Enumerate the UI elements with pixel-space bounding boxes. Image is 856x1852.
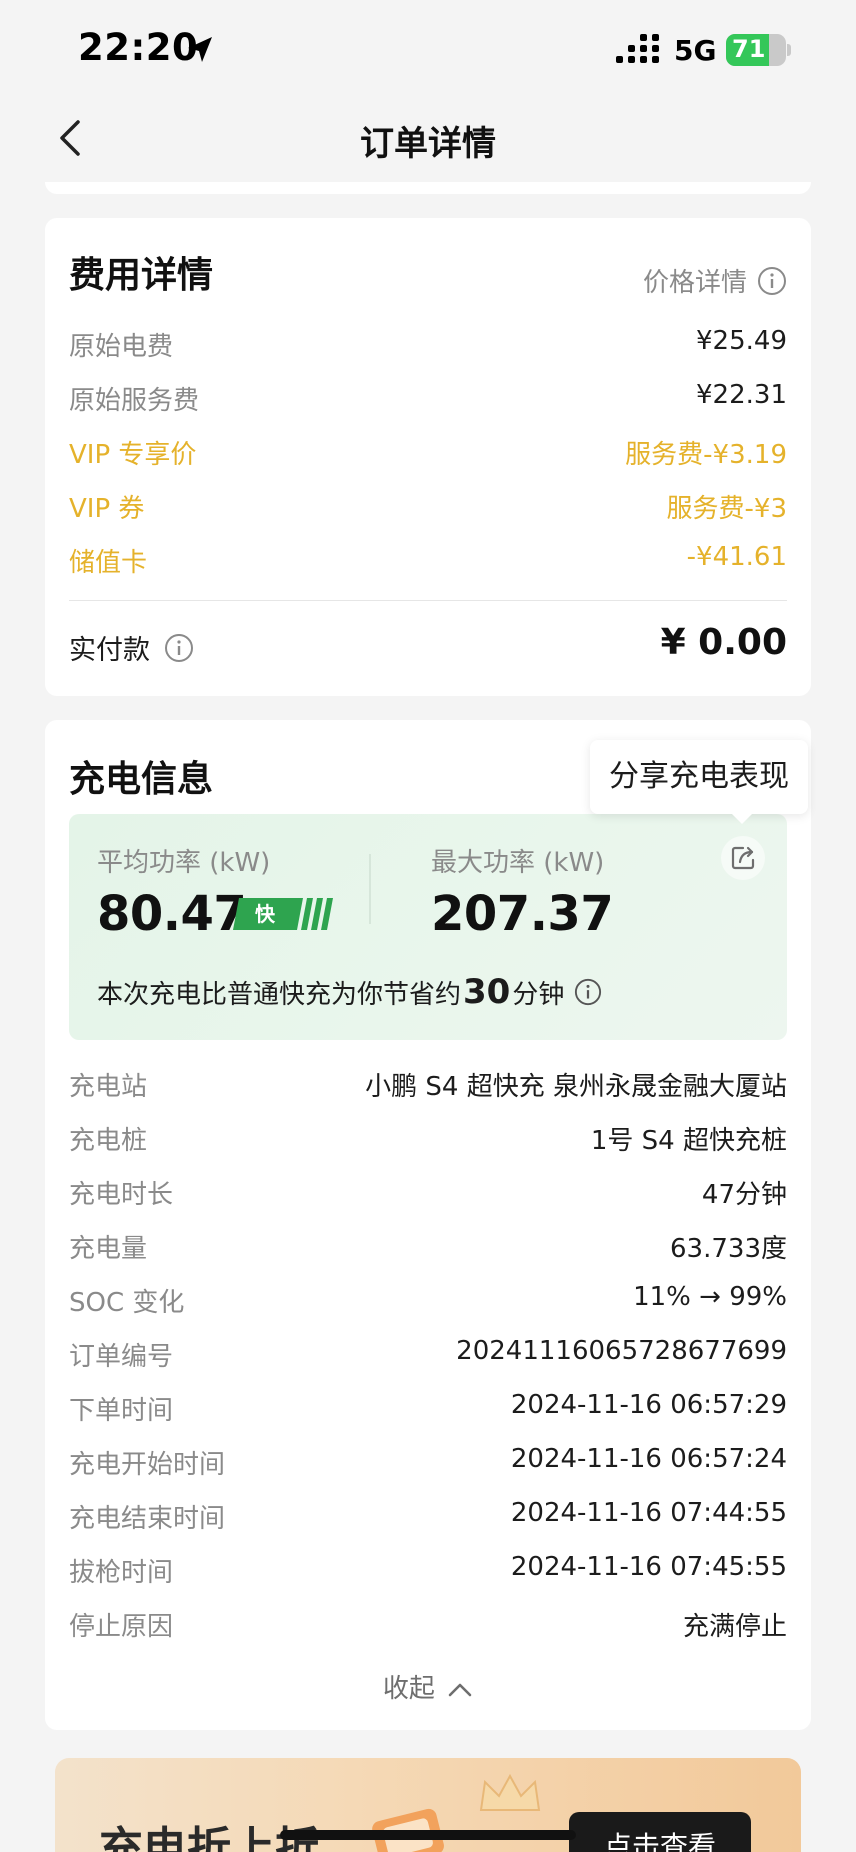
info-label: 充电开始时间: [69, 1450, 226, 1480]
info-row-energy: 充电量 63.733度: [69, 1228, 787, 1268]
info-value: 47分钟: [701, 1180, 787, 1210]
share-icon: [731, 846, 755, 870]
previous-card-edge: [45, 182, 811, 194]
fee-value: -¥41.61: [686, 542, 787, 572]
crown-icon: [479, 1773, 541, 1811]
info-label: 停止原因: [69, 1612, 174, 1642]
charge-card-title: 充电信息: [69, 759, 214, 800]
info-row-order-number: 订单编号 20241116065728677699: [69, 1336, 787, 1376]
battery-level: 71: [732, 35, 766, 63]
battery-icon: 71: [726, 34, 791, 66]
price-detail-link[interactable]: 价格详情: [643, 262, 787, 299]
info-row-stop-reason: 停止原因 充满停止: [69, 1606, 787, 1646]
info-row-soc: SOC 变化 11% → 99%: [69, 1282, 787, 1322]
info-label: 充电站: [69, 1072, 148, 1102]
max-power-value: 207.37: [431, 886, 614, 942]
tooltip-arrow: [730, 812, 754, 824]
info-value: 20241116065728677699: [456, 1336, 787, 1366]
collapse-button[interactable]: 收起: [45, 1668, 811, 1705]
info-label: 充电结束时间: [69, 1504, 226, 1534]
price-detail-label: 价格详情: [642, 268, 747, 298]
fee-row-service: 原始服务费 ¥22.31: [69, 380, 787, 420]
fee-label: VIP 券: [69, 494, 145, 524]
info-label: 充电桩: [69, 1126, 148, 1156]
paid-info-icon[interactable]: [164, 633, 194, 663]
fee-row-vip-coupon: VIP 券 服务费-¥3: [69, 488, 787, 528]
page-title: 订单详情: [360, 124, 496, 164]
cellular-signal-icon: [616, 34, 659, 63]
info-value: 1号 S4 超快充桩: [590, 1126, 787, 1156]
max-power-label: 最大功率 (kW): [431, 848, 605, 878]
info-value: 2024-11-16 07:44:55: [510, 1498, 787, 1528]
info-row-start-time: 充电开始时间 2024-11-16 06:57:24: [69, 1444, 787, 1484]
info-value: 11% → 99%: [633, 1282, 787, 1312]
fee-label: 储值卡: [69, 548, 148, 578]
saving-prefix: 本次充电比普通快充为你节省约: [97, 980, 462, 1010]
info-row-pile: 充电桩 1号 S4 超快充桩: [69, 1120, 787, 1160]
info-row-unplug-time: 拔枪时间 2024-11-16 07:45:55: [69, 1552, 787, 1592]
info-value: 2024-11-16 06:57:29: [510, 1390, 787, 1420]
fee-card-title: 费用详情: [69, 255, 214, 296]
coupon-icon: [372, 1808, 444, 1852]
saving-info-icon[interactable]: [574, 978, 602, 1006]
fee-label: 原始电费: [69, 332, 174, 362]
info-row-order-time: 下单时间 2024-11-16 06:57:29: [69, 1390, 787, 1430]
fee-label: VIP 专享价: [69, 440, 197, 470]
info-value: 63.733度: [670, 1234, 787, 1264]
time-saving-text: 本次充电比普通快充为你节省约 30 分钟: [97, 972, 602, 1012]
saving-suffix: 分钟: [512, 980, 565, 1010]
view-promo-button[interactable]: 点击查看: [569, 1812, 751, 1852]
info-label: 订单编号: [69, 1342, 174, 1372]
saving-minutes: 30: [463, 972, 511, 1012]
collapse-label: 收起: [382, 1674, 435, 1704]
info-label: 充电量: [69, 1234, 148, 1264]
fee-value: ¥22.31: [696, 380, 787, 410]
info-value: 充满停止: [682, 1612, 787, 1642]
info-row-station: 充电站 小鹏 S4 超快充 泉州永晟金融大厦站: [69, 1066, 787, 1106]
status-time: 22:20: [78, 26, 199, 69]
share-tooltip[interactable]: 分享充电表现: [590, 740, 808, 814]
power-summary-panel: 平均功率 (kW) 80.47 快 最大功率 (kW) 207.37 本次充电比…: [69, 814, 787, 1040]
info-icon: [758, 266, 786, 295]
share-button[interactable]: [721, 836, 765, 880]
info-row-end-time: 充电结束时间 2024-11-16 07:44:55: [69, 1498, 787, 1538]
info-label: 拔枪时间: [69, 1558, 174, 1588]
info-label: SOC 变化: [69, 1288, 185, 1318]
fee-value: 服务费-¥3.19: [625, 440, 787, 470]
divider: [69, 600, 787, 601]
info-value: 2024-11-16 06:57:24: [510, 1444, 787, 1474]
fee-value: 服务费-¥3: [666, 494, 787, 524]
power-separator: [369, 854, 371, 924]
network-type: 5G: [674, 34, 717, 67]
paid-amount-label-group: 实付款: [69, 628, 194, 667]
avg-power-label: 平均功率 (kW): [97, 848, 271, 878]
paid-amount-label: 实付款: [69, 635, 150, 666]
home-indicator: [280, 1830, 576, 1840]
fast-charge-badge: 快: [233, 898, 333, 930]
fee-row-vip-price: VIP 专享价 服务费-¥3.19: [69, 434, 787, 474]
paid-amount-value: ¥ 0.00: [660, 622, 787, 663]
chevron-up-icon: [448, 1683, 472, 1696]
fee-detail-card: 费用详情 价格详情 原始电费 ¥25.49 原始服务费 ¥22.31 VIP 专…: [45, 218, 811, 696]
fee-row-electricity: 原始电费 ¥25.49: [69, 326, 787, 366]
fee-value: ¥25.49: [696, 326, 787, 356]
fast-badge-text: 快: [255, 902, 276, 926]
location-arrow-icon: [188, 37, 212, 62]
charge-info-card: 充电信息 平均功率 (kW) 80.47 快 最大功率 (kW) 207.37 …: [45, 720, 811, 1730]
info-label: 充电时长: [69, 1180, 174, 1210]
fee-label: 原始服务费: [69, 386, 200, 416]
avg-power-value: 80.47: [97, 886, 247, 942]
info-row-duration: 充电时长 47分钟: [69, 1174, 787, 1214]
info-label: 下单时间: [69, 1396, 174, 1426]
fee-row-stored-value-card: 储值卡 -¥41.61: [69, 542, 787, 582]
info-value: 小鹏 S4 超快充 泉州永晟金融大厦站: [365, 1072, 787, 1102]
info-value: 2024-11-16 07:45:55: [510, 1552, 787, 1582]
